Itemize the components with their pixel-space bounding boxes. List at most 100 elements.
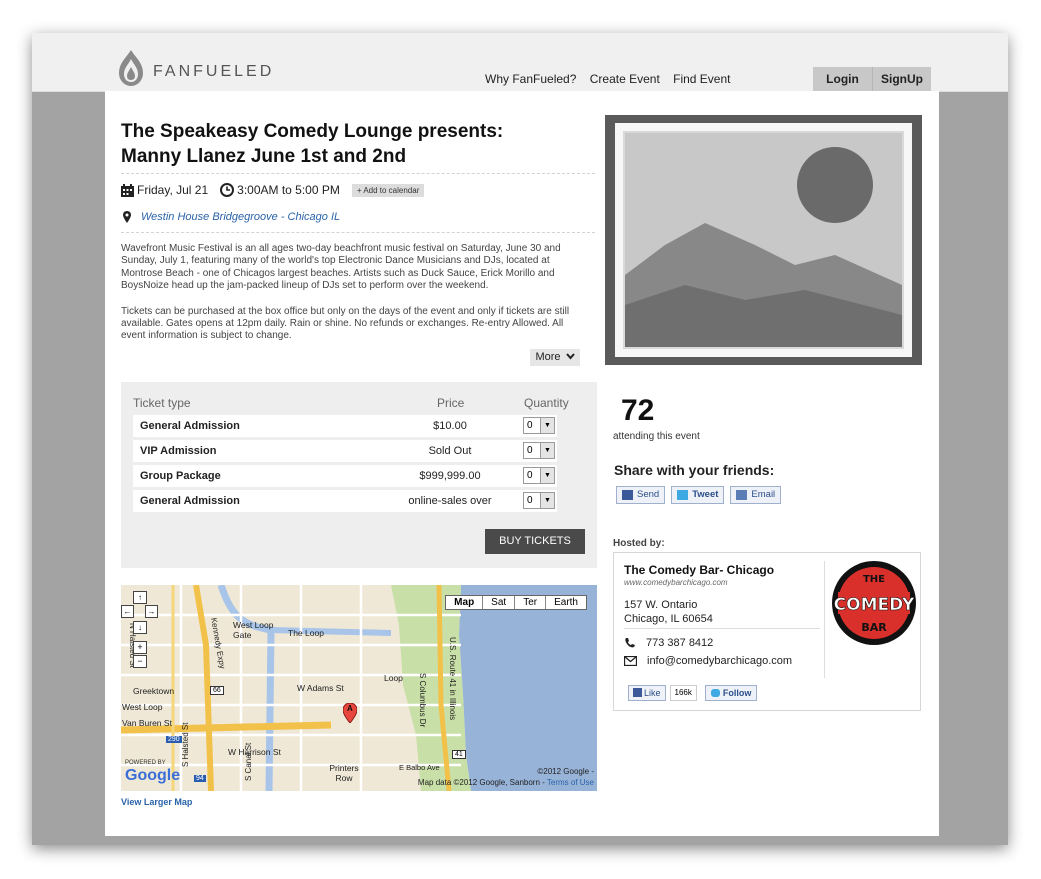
ticket-name: Group Package xyxy=(140,470,221,482)
buy-tickets-button[interactable]: BUY TICKETS xyxy=(485,529,585,554)
event-title-line2: Manny Llanez June 1st and 2nd xyxy=(121,146,407,167)
facebook-like-button[interactable]: Like xyxy=(628,685,666,701)
map-label-the-loop: The Loop xyxy=(288,628,324,638)
highway-shield: 290 xyxy=(166,736,182,743)
event-date: Friday, Jul 21 xyxy=(137,183,209,197)
host-url[interactable]: www.comedybarchicago.com xyxy=(624,578,728,587)
map-widget[interactable]: West Loop Gate The Loop Loop W Adams St … xyxy=(121,585,597,791)
event-image-placeholder xyxy=(605,115,922,365)
facebook-send-button[interactable]: Send xyxy=(616,486,666,504)
attendance-label: attending this event xyxy=(613,431,700,442)
more-label: More xyxy=(535,351,561,363)
envelope-icon xyxy=(736,490,748,500)
dropdown-arrow-icon: ▼ xyxy=(540,493,554,508)
phone-number: 773 387 8412 xyxy=(646,637,714,649)
email-label: Email xyxy=(751,489,776,500)
ticket-price: online-sales over xyxy=(408,495,492,507)
venue-link[interactable]: Westin House Bridgegroove - Chicago IL xyxy=(141,211,340,223)
host-logo[interactable]: THE COMEDY BAR xyxy=(830,559,918,652)
nav-why-fanfueled[interactable]: Why FanFueled? xyxy=(485,72,576,86)
host-phone: 773 387 8412 xyxy=(624,637,713,649)
host-name[interactable]: The Comedy Bar- Chicago xyxy=(624,563,774,577)
ticket-price: $10.00 xyxy=(433,420,467,432)
zoom-in-icon[interactable]: + xyxy=(133,641,147,654)
zoom-out-icon[interactable]: − xyxy=(133,655,147,668)
map-label-west-loop-gate: West Loop Gate xyxy=(233,620,274,640)
view-larger-map-link[interactable]: View Larger Map xyxy=(121,797,192,807)
add-to-calendar-button[interactable]: + Add to calendar xyxy=(351,183,425,197)
nav-find-event[interactable]: Find Event xyxy=(673,72,730,86)
twitter-follow-button[interactable]: Follow xyxy=(704,685,758,701)
main-nav: Why FanFueled? Create Event Find Event xyxy=(485,72,741,86)
quantity-select[interactable]: 0 ▼ xyxy=(523,467,555,484)
map-label-west-loop: West Loop xyxy=(122,702,163,712)
description-paragraph: Wavefront Music Festival is an all ages … xyxy=(121,243,561,292)
event-time: 3:00AM to 5:00 PM xyxy=(237,183,340,197)
description-paragraph: Tickets can be purchased at the box offi… xyxy=(121,305,570,342)
map-copyright: ©2012 Google - xyxy=(537,767,594,776)
logo-text-mid: COMEDY xyxy=(834,595,915,615)
logo-text-top: THE xyxy=(863,574,885,585)
email-address[interactable]: info@comedybarchicago.com xyxy=(647,655,792,667)
event-datetime: Friday, Jul 21 3:00AM to 5:00 PM + Add t… xyxy=(121,183,425,197)
signup-button[interactable]: SignUp xyxy=(873,67,931,91)
send-label: Send xyxy=(637,489,660,500)
pan-right-icon[interactable]: → xyxy=(145,605,158,618)
ticket-row: General Admission online-sales over 0 ▼ xyxy=(133,490,557,512)
map-pan-control[interactable]: ↑ ← → ↓ + − xyxy=(121,591,158,668)
host-card: The Comedy Bar- Chicago www.comedybarchi… xyxy=(613,552,921,711)
flame-icon xyxy=(119,50,143,86)
quantity-select[interactable]: 0 ▼ xyxy=(523,417,555,434)
facebook-icon xyxy=(633,688,642,697)
event-description: Wavefront Music Festival is an all ages … xyxy=(121,243,581,356)
clock-icon xyxy=(220,183,235,197)
ticket-row: General Admission $10.00 0 ▼ xyxy=(133,415,557,437)
map-marker-icon[interactable]: A xyxy=(342,702,358,724)
price-header: Price xyxy=(437,396,465,410)
share-title: Share with your friends: xyxy=(614,462,775,478)
map-label-w-harrison: W Harrison St xyxy=(228,747,281,757)
map-pin-icon xyxy=(123,211,131,223)
twitter-bird-icon xyxy=(710,689,720,697)
dropdown-arrow-icon: ▼ xyxy=(540,443,554,458)
chevron-down-icon xyxy=(565,353,575,360)
map-canvas[interactable] xyxy=(121,585,597,791)
map-type-sat[interactable]: Sat xyxy=(482,596,514,609)
tweet-button[interactable]: Tweet xyxy=(671,486,725,504)
quantity-select[interactable]: 0 ▼ xyxy=(523,492,555,509)
map-type-earth[interactable]: Earth xyxy=(545,596,586,609)
more-button[interactable]: More xyxy=(530,349,580,366)
powered-by-label: POWERED BY xyxy=(125,760,166,766)
map-type-map[interactable]: Map xyxy=(446,596,482,609)
like-count: 166k xyxy=(669,685,697,701)
nav-create-event[interactable]: Create Event xyxy=(590,72,660,86)
event-title: The Speakeasy Comedy Lounge presents: Ma… xyxy=(121,119,581,169)
auth-buttons: Login SignUp xyxy=(813,67,931,91)
ticket-panel: Ticket type Price Quantity General Admis… xyxy=(121,382,597,568)
envelope-icon xyxy=(624,656,637,666)
google-logo[interactable]: Google xyxy=(125,767,180,785)
host-address-line1: 157 W. Ontario xyxy=(624,599,698,611)
event-venue: Westin House Bridgegroove - Chicago IL xyxy=(123,211,340,223)
map-data-credit: Map data ©2012 Google, Sanborn - xyxy=(417,778,545,787)
site-header: FANFUELED Why FanFueled? Create Event Fi… xyxy=(32,33,1008,92)
quantity-select[interactable]: 0 ▼ xyxy=(523,442,555,459)
pan-up-icon[interactable]: ↑ xyxy=(133,591,147,604)
highway-shield: 94 xyxy=(194,775,206,782)
ticket-price: Sold Out xyxy=(428,445,472,457)
map-type-ter[interactable]: Ter xyxy=(514,596,545,609)
terms-of-use-link[interactable]: Terms of Use xyxy=(547,778,594,787)
phone-icon xyxy=(625,638,635,648)
facebook-icon xyxy=(622,490,633,500)
login-button[interactable]: Login xyxy=(813,67,873,91)
ticket-row: VIP Admission Sold Out 0 ▼ xyxy=(133,440,557,462)
highway-shield: 66 xyxy=(210,686,224,695)
map-label-s-canal: S Canal St xyxy=(244,742,253,781)
image-placeholder-icon xyxy=(605,115,922,365)
marker-label: A xyxy=(347,704,353,713)
pan-left-icon[interactable]: ← xyxy=(121,605,134,618)
map-label-van-buren: Van Buren St xyxy=(122,718,172,728)
google-wordmark: Google xyxy=(125,767,181,784)
pan-down-icon[interactable]: ↓ xyxy=(133,621,147,634)
email-share-button[interactable]: Email xyxy=(730,486,782,504)
